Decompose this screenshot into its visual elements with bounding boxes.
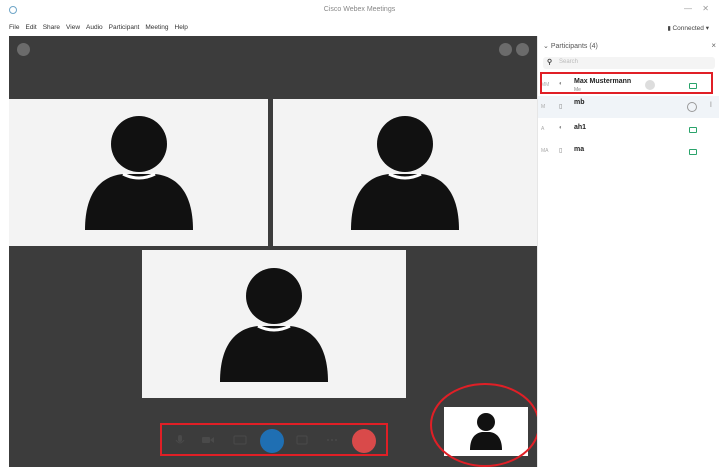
menu-view[interactable]: View	[66, 24, 80, 31]
menu-help[interactable]: Help	[175, 24, 188, 31]
more-icon[interactable]	[324, 432, 340, 448]
self-view-highlight-circle	[430, 383, 540, 467]
video-tile-2[interactable]	[273, 99, 537, 246]
avatar-icon	[84, 116, 193, 230]
share-icon[interactable]	[232, 432, 248, 448]
participants-panel: ⌄ Participants (4) × ⚲ Search MM ◐ Max M…	[537, 36, 719, 467]
meeting-info-icon[interactable]	[17, 43, 30, 56]
chevron-down-icon: ▾	[705, 25, 709, 32]
avatar-icon	[220, 268, 328, 382]
close-panel-icon[interactable]: ×	[711, 41, 716, 50]
window-title: Cisco Webex Meetings	[323, 6, 396, 13]
menu-edit[interactable]: Edit	[25, 24, 36, 31]
phone-icon: ▯	[559, 148, 563, 154]
participants-icon[interactable]	[294, 432, 310, 448]
video-tile-1[interactable]	[9, 99, 268, 246]
chat-icon[interactable]	[687, 102, 697, 112]
self-participant-highlight-box	[540, 72, 713, 94]
menu-file[interactable]: File	[9, 24, 19, 31]
menu-audio[interactable]: Audio	[86, 24, 103, 31]
video-tile-3[interactable]	[142, 250, 406, 398]
phone-icon: ▯	[559, 104, 563, 110]
panel-title: ⌄ Participants (4)	[543, 43, 598, 50]
menu-participant[interactable]: Participant	[109, 24, 140, 31]
menu-meeting[interactable]: Meeting	[145, 24, 168, 31]
close-window-icon[interactable]: ✕	[702, 4, 709, 13]
search-icon: ⚲	[547, 59, 553, 66]
record-icon[interactable]	[260, 429, 284, 453]
search-input[interactable]: ⚲ Search	[543, 57, 715, 69]
fullscreen-icon[interactable]	[516, 43, 529, 56]
connection-status[interactable]: ▮ Connected ▾	[668, 24, 710, 32]
microphone-icon[interactable]	[172, 432, 188, 448]
menu-bar: File Edit Share View Audio Participant M…	[0, 22, 719, 36]
participant-row[interactable]: MA ▯ ma	[538, 140, 719, 162]
camera-icon	[689, 127, 697, 133]
title-bar: Cisco Webex Meetings — ✕	[0, 0, 719, 22]
microphone-icon: ǀ	[710, 102, 712, 109]
video-icon[interactable]	[200, 432, 216, 448]
minimize-icon[interactable]: —	[684, 4, 692, 13]
chevron-down-icon[interactable]: ⌄	[543, 43, 551, 50]
participant-row[interactable]: A ◐ ah1	[538, 118, 719, 140]
camera-icon	[689, 149, 697, 155]
layout-icon[interactable]	[499, 43, 512, 56]
participant-row[interactable]: M ▯ mb ǀ	[538, 96, 719, 118]
headset-icon: ◐	[559, 125, 563, 131]
meeting-controls-toolbar	[160, 423, 388, 456]
avatar-icon	[351, 116, 459, 230]
leave-icon[interactable]	[352, 429, 376, 453]
menu-share[interactable]: Share	[43, 24, 60, 31]
